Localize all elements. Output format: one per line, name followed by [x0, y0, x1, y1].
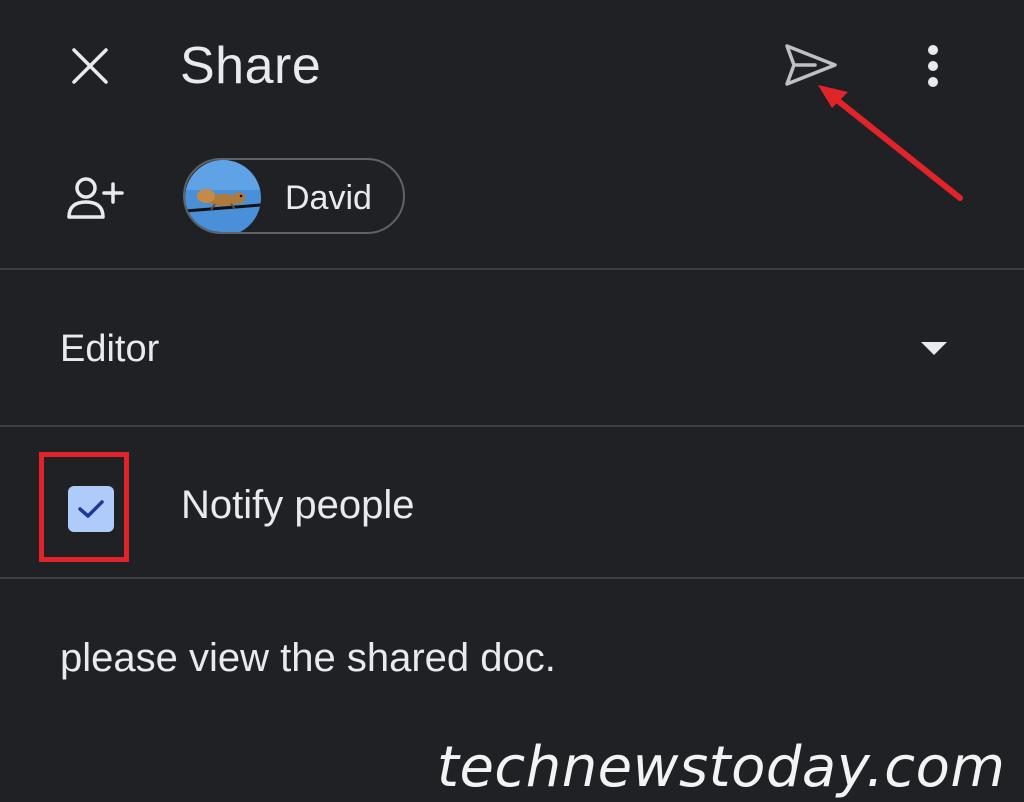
- watermark: technewstoday.com: [437, 735, 1006, 800]
- close-button[interactable]: [60, 36, 120, 96]
- notify-people-label: Notify people: [181, 483, 415, 527]
- divider: [0, 577, 1024, 579]
- divider: [0, 268, 1024, 270]
- message-field[interactable]: please view the shared doc.: [60, 634, 960, 682]
- close-icon: [72, 48, 108, 84]
- annotation-arrow-icon: [818, 85, 963, 201]
- avatar: [185, 160, 261, 232]
- recipient-name: David: [285, 179, 372, 217]
- role-dropdown-button[interactable]: [912, 330, 956, 366]
- squirrel-photo-icon: [185, 160, 261, 232]
- add-person-button[interactable]: [60, 168, 128, 230]
- person-add-icon: [67, 177, 124, 219]
- role-selector-value[interactable]: Editor: [60, 326, 159, 372]
- annotation-highlight-box: [39, 452, 129, 562]
- page-title: Share: [180, 37, 322, 95]
- divider: [0, 425, 1024, 427]
- arrow-drop-down-icon: [921, 342, 947, 355]
- recipient-chip-david[interactable]: David: [183, 158, 405, 234]
